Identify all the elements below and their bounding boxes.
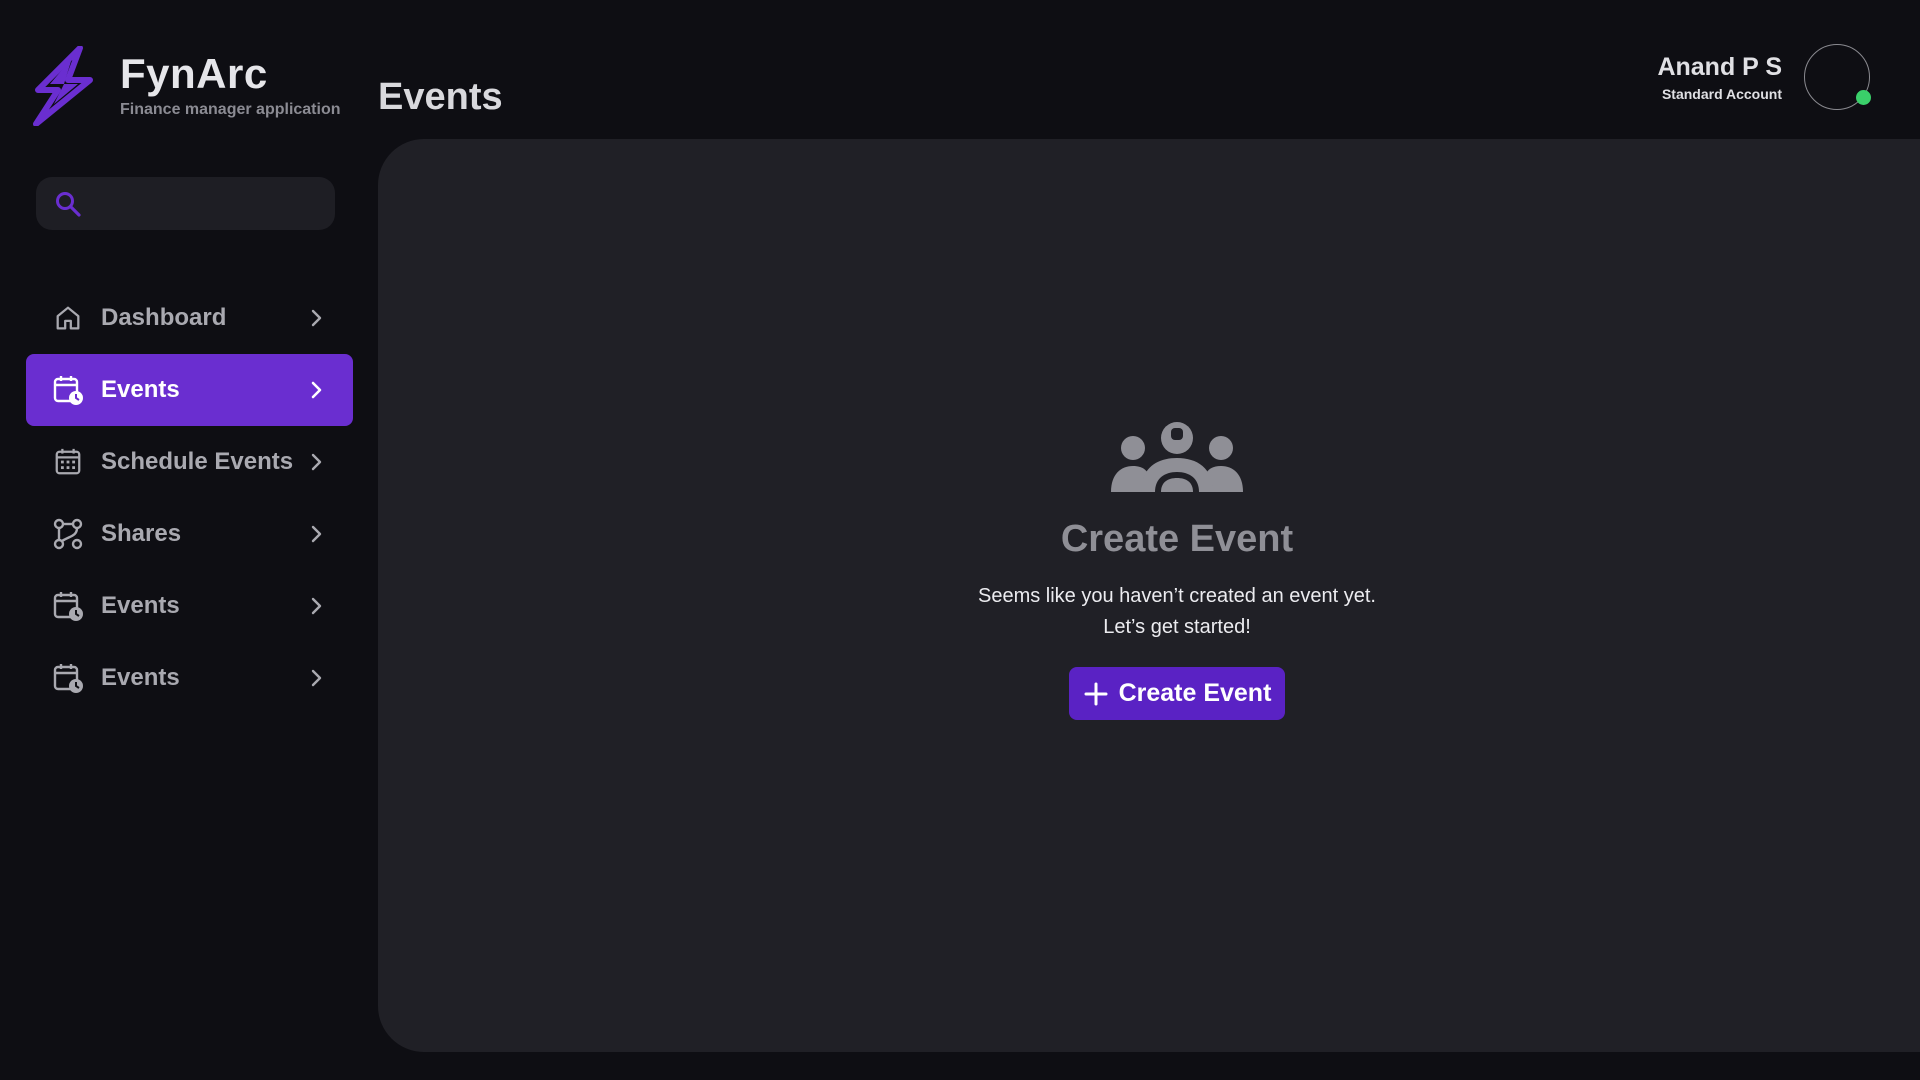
sidebar-nav: Dashboard Events Schedule Events Shares	[26, 282, 353, 714]
search-input[interactable]	[92, 177, 335, 230]
brand-name: FynArc	[120, 50, 268, 97]
calendar-clock-icon	[52, 374, 84, 406]
sidebar-item-label: Events	[101, 664, 180, 691]
sidebar-item-dashboard[interactable]: Dashboard	[26, 282, 353, 354]
chevron-right-icon	[311, 525, 322, 543]
page-title: Events	[378, 76, 503, 118]
empty-state-title: Create Event	[1060, 518, 1294, 560]
empty-state-description-line2: Let’s get started!	[1103, 616, 1251, 638]
chevron-right-icon	[311, 309, 322, 327]
empty-state: Create Event Seems like you haven’t crea…	[877, 420, 1477, 720]
calendar-grid-icon	[52, 446, 84, 478]
sidebar-item-label: Dashboard	[101, 304, 227, 331]
user-profile[interactable]: Anand P S Standard Account	[1657, 44, 1871, 110]
create-event-button[interactable]: Create Event	[1069, 667, 1285, 720]
app-root: FynArc Finance manager application Event…	[0, 0, 1920, 1080]
brand[interactable]: FynArc Finance manager application	[28, 46, 341, 126]
avatar[interactable]	[1804, 44, 1871, 110]
chevron-right-icon	[311, 453, 322, 471]
sidebar-item-events-2[interactable]: Events	[26, 570, 353, 642]
chevron-right-icon	[311, 381, 322, 399]
home-icon	[52, 302, 84, 334]
sidebar-item-events-3[interactable]: Events	[26, 642, 353, 714]
sidebar-item-label: Schedule Events	[101, 448, 294, 475]
search-box[interactable]	[36, 177, 335, 230]
search-icon	[56, 191, 81, 217]
user-role: Standard Account	[1661, 85, 1782, 102]
chevron-right-icon	[311, 669, 322, 687]
plus-icon	[1084, 682, 1108, 705]
create-event-button-label: Create Event	[1118, 679, 1272, 707]
brand-tagline: Finance manager application	[120, 101, 341, 118]
online-status-dot	[1856, 90, 1871, 105]
sidebar-item-label: Shares	[101, 520, 182, 547]
user-name: Anand P S	[1657, 52, 1782, 81]
sidebar-item-label: Events	[101, 376, 180, 403]
brand-text: FynArc Finance manager application	[120, 53, 341, 119]
group-users-icon	[1111, 422, 1243, 492]
sidebar-item-events[interactable]: Events	[26, 354, 353, 426]
calendar-clock-icon	[52, 662, 84, 694]
sidebar-item-label: Events	[101, 592, 180, 619]
chevron-right-icon	[311, 597, 322, 615]
share-nodes-icon	[52, 518, 84, 550]
calendar-clock-icon	[52, 590, 84, 622]
empty-state-description: Seems like you haven’t created an event …	[877, 581, 1477, 643]
empty-state-description-line1: Seems like you haven’t created an event …	[977, 585, 1376, 607]
sidebar-item-schedule-events[interactable]: Schedule Events	[26, 426, 353, 498]
sidebar-item-shares[interactable]: Shares	[26, 498, 353, 570]
user-text: Anand P S Standard Account	[1657, 53, 1782, 102]
lightning-bolt-icon	[33, 46, 93, 126]
